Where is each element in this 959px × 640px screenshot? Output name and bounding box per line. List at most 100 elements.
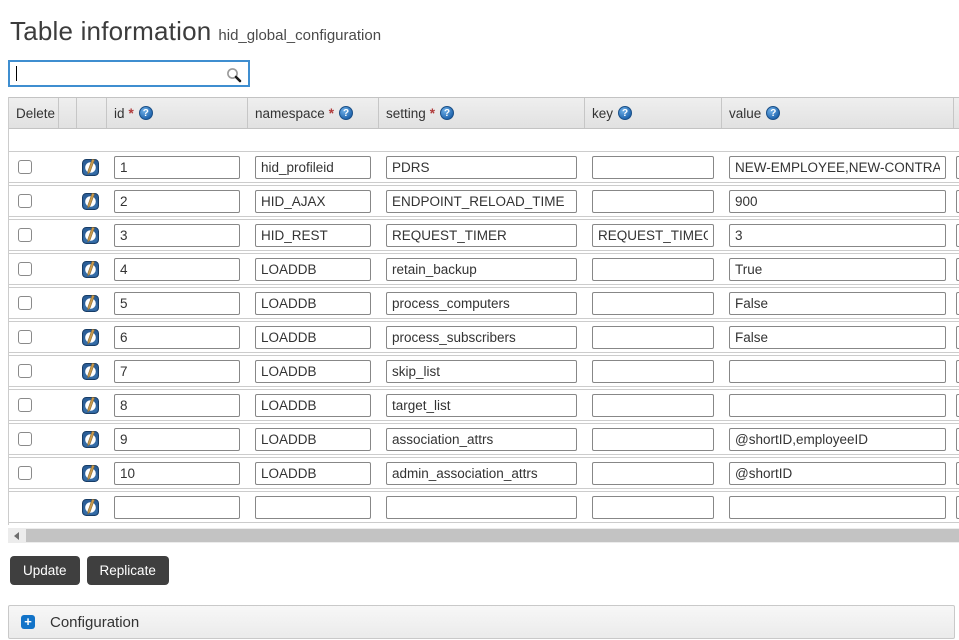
namespace-input[interactable] [255, 428, 371, 451]
id-input[interactable] [114, 258, 240, 281]
pencil-edit-icon[interactable] [82, 193, 99, 210]
delete-checkbox[interactable] [18, 262, 32, 276]
namespace-input[interactable] [255, 258, 371, 281]
pencil-edit-icon[interactable] [82, 295, 99, 312]
id-input[interactable] [114, 428, 240, 451]
pencil-edit-icon[interactable] [82, 431, 99, 448]
key-input[interactable] [592, 428, 714, 451]
value-input[interactable] [729, 292, 946, 315]
key-input[interactable] [592, 326, 714, 349]
setting-input[interactable] [386, 326, 577, 349]
id-input[interactable] [114, 462, 240, 485]
key-input[interactable] [592, 190, 714, 213]
namespace-input[interactable] [255, 462, 371, 485]
help-icon-id[interactable]: ? [139, 106, 153, 120]
setting-input[interactable] [386, 360, 577, 383]
value-input[interactable] [729, 190, 946, 213]
key-input[interactable] [592, 224, 714, 247]
value-input[interactable] [729, 428, 946, 451]
value-input[interactable] [729, 496, 946, 519]
key-input[interactable] [592, 258, 714, 281]
value-input[interactable] [729, 156, 946, 179]
namespace-input[interactable] [255, 326, 371, 349]
id-input[interactable] [114, 360, 240, 383]
setting-input[interactable] [386, 394, 577, 417]
setting-input[interactable] [386, 292, 577, 315]
value-input[interactable] [729, 462, 946, 485]
key-input[interactable] [592, 360, 714, 383]
key-input[interactable] [592, 394, 714, 417]
search-input[interactable] [10, 62, 248, 85]
pencil-edit-icon[interactable] [82, 329, 99, 346]
delete-checkbox[interactable] [18, 330, 32, 344]
value-cell [722, 424, 954, 454]
namespace-input[interactable] [255, 394, 371, 417]
value-input[interactable] [729, 224, 946, 247]
pencil-edit-icon[interactable] [82, 159, 99, 176]
delete-checkbox[interactable] [18, 398, 32, 412]
id-input[interactable] [114, 190, 240, 213]
delete-checkbox[interactable] [18, 194, 32, 208]
value-input[interactable] [729, 258, 946, 281]
edit-cell [77, 322, 107, 352]
delete-cell [9, 254, 59, 284]
delete-checkbox[interactable] [18, 296, 32, 310]
delete-checkbox[interactable] [18, 160, 32, 174]
setting-input[interactable] [386, 224, 577, 247]
id-input[interactable] [114, 326, 240, 349]
replicate-button[interactable]: Replicate [87, 556, 169, 585]
pencil-edit-icon[interactable] [82, 261, 99, 278]
value-cell [722, 152, 954, 182]
value-cell [722, 288, 954, 318]
value-cell [722, 390, 954, 420]
key-input[interactable] [592, 496, 714, 519]
spacer-cell [59, 186, 77, 216]
help-icon-key[interactable]: ? [618, 106, 632, 120]
namespace-input[interactable] [255, 224, 371, 247]
delete-checkbox[interactable] [18, 466, 32, 480]
delete-checkbox[interactable] [18, 364, 32, 378]
edit-cell [77, 492, 107, 522]
pencil-edit-icon[interactable] [82, 465, 99, 482]
key-input[interactable] [592, 156, 714, 179]
namespace-input[interactable] [255, 190, 371, 213]
plus-expand-icon[interactable] [21, 615, 35, 629]
namespace-input[interactable] [255, 496, 371, 519]
key-input[interactable] [592, 292, 714, 315]
value-cell [722, 186, 954, 216]
pencil-edit-icon[interactable] [82, 363, 99, 380]
setting-input[interactable] [386, 156, 577, 179]
help-icon-namespace[interactable]: ? [339, 106, 353, 120]
scrollbar-thumb[interactable] [26, 529, 959, 542]
id-input[interactable] [114, 496, 240, 519]
setting-input[interactable] [386, 190, 577, 213]
setting-input[interactable] [386, 258, 577, 281]
setting-input[interactable] [386, 462, 577, 485]
configuration-section-header[interactable]: Configuration [8, 605, 955, 639]
pencil-edit-icon[interactable] [82, 227, 99, 244]
value-input[interactable] [729, 326, 946, 349]
update-button[interactable]: Update [10, 556, 80, 585]
id-input[interactable] [114, 292, 240, 315]
key-input[interactable] [592, 462, 714, 485]
config-table: Delete id * ? namespace * ? setting * ? … [8, 97, 959, 525]
value-input[interactable] [729, 360, 946, 383]
help-icon-value[interactable]: ? [766, 106, 780, 120]
help-icon-setting[interactable]: ? [440, 106, 454, 120]
id-input[interactable] [114, 156, 240, 179]
setting-input[interactable] [386, 496, 577, 519]
delete-checkbox[interactable] [18, 228, 32, 242]
id-cell [107, 220, 248, 250]
id-input[interactable] [114, 394, 240, 417]
scroll-left-button[interactable] [8, 528, 25, 543]
delete-checkbox[interactable] [18, 432, 32, 446]
namespace-input[interactable] [255, 360, 371, 383]
setting-input[interactable] [386, 428, 577, 451]
namespace-input[interactable] [255, 156, 371, 179]
pencil-edit-icon[interactable] [82, 397, 99, 414]
id-input[interactable] [114, 224, 240, 247]
pencil-edit-icon[interactable] [82, 499, 99, 516]
column-header-id: id * ? [107, 98, 248, 128]
namespace-input[interactable] [255, 292, 371, 315]
value-input[interactable] [729, 394, 946, 417]
